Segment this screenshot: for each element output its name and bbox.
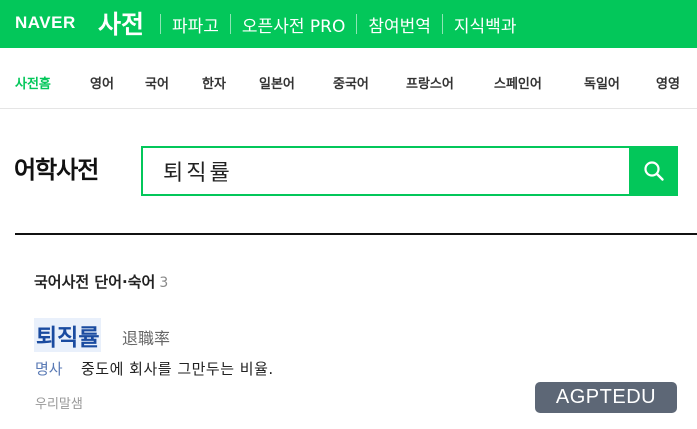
result-count: 3 <box>159 275 169 291</box>
tab-french[interactable]: 프랑스어 <box>406 73 454 92</box>
search-box <box>141 146 630 196</box>
header-link-papago[interactable]: 파파고 <box>160 0 230 48</box>
tab-korean[interactable]: 국어 <box>145 73 169 92</box>
tab-english[interactable]: 영어 <box>90 73 114 92</box>
results-divider <box>15 233 697 235</box>
entry-definition: 중도에 회사를 그만두는 비율. <box>81 360 274 378</box>
header-link-translation[interactable]: 참여번역 <box>356 0 442 48</box>
tab-chinese[interactable]: 중국어 <box>333 73 369 92</box>
entry-word-link[interactable]: 퇴직률 <box>34 318 102 352</box>
tab-hanja[interactable]: 한자 <box>202 73 226 92</box>
dictionary-tabs: 사전홈 영어 국어 한자 일본어 중국어 프랑스어 스페인어 독일어 영영 <box>0 48 697 109</box>
entry-source[interactable]: 우리말샘 <box>35 393 83 412</box>
tab-german[interactable]: 독일어 <box>584 73 620 92</box>
search-icon <box>643 161 664 181</box>
header-link-encyclopedia[interactable]: 지식백과 <box>441 0 528 48</box>
search-button[interactable] <box>629 146 678 196</box>
header-divider <box>441 14 443 34</box>
header-divider <box>356 14 358 34</box>
section-title-label: 국어사전 단어·숙어 <box>34 273 156 291</box>
tab-english-english[interactable]: 영영 <box>656 73 680 92</box>
tab-japanese[interactable]: 일본어 <box>259 73 295 92</box>
tab-home[interactable]: 사전홈 <box>15 73 51 92</box>
service-title[interactable]: 사전 <box>98 5 144 41</box>
header-divider <box>229 14 231 34</box>
section-title: 국어사전 단어·숙어 3 <box>34 271 168 292</box>
top-header: NAVER 사전 파파고 오픈사전 PRO 참여번역 지식백과 <box>0 0 697 48</box>
page-title: 어학사전 <box>14 156 99 184</box>
search-input[interactable] <box>163 156 623 186</box>
watermark: AGPTEDU <box>535 382 677 413</box>
naver-logo[interactable]: NAVER <box>15 13 76 33</box>
entry-hanja: 退職率 <box>122 329 171 348</box>
tab-spanish[interactable]: 스페인어 <box>494 73 542 92</box>
header-link-open-dictionary[interactable]: 오픈사전 PRO <box>229 0 356 48</box>
header-divider <box>160 14 161 34</box>
part-of-speech: 명사 <box>35 360 63 378</box>
header-links: 파파고 오픈사전 PRO 참여번역 지식백과 <box>160 0 527 48</box>
